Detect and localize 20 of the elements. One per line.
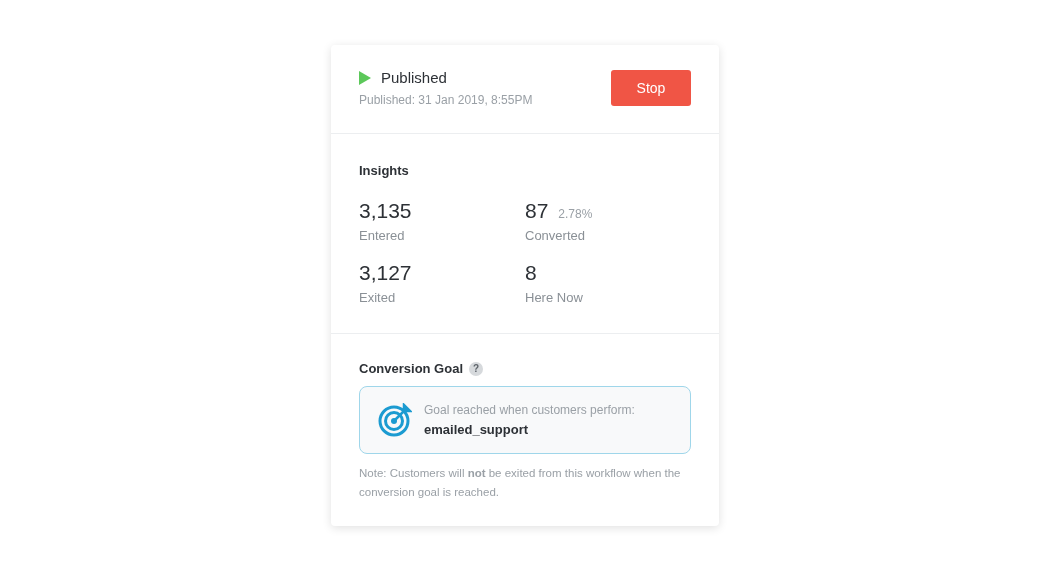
stat-label: Converted — [525, 228, 586, 243]
stat-label: Exited — [359, 290, 397, 305]
help-icon[interactable]: ? — [469, 361, 484, 376]
play-icon — [359, 70, 371, 85]
stat-value: 87 — [525, 199, 549, 223]
stat-percentage: 2.78% — [558, 207, 593, 221]
goal-note: Note: Customers will not be exited from this workflow when the conversion goal is reached. — [359, 466, 682, 500]
goal-description: Goal reached when customers perform: — [424, 403, 635, 417]
stat-label: Entered — [359, 228, 406, 243]
goal-event: emailed_support — [424, 422, 530, 437]
stop-button[interactable]: Stop — [611, 70, 691, 106]
section-title: Insights — [359, 163, 409, 178]
target-icon — [378, 403, 412, 437]
published-date: Published: 31 Jan 2019, 8:55PM — [359, 93, 533, 107]
section-title: Conversion Goal — [359, 361, 464, 376]
stat-value: 8 — [525, 261, 537, 285]
stat-value: 3,127 — [359, 261, 412, 285]
status-title: Published — [381, 69, 447, 86]
stat-label: Here Now — [525, 290, 584, 305]
stat-value: 3,135 — [359, 199, 412, 223]
